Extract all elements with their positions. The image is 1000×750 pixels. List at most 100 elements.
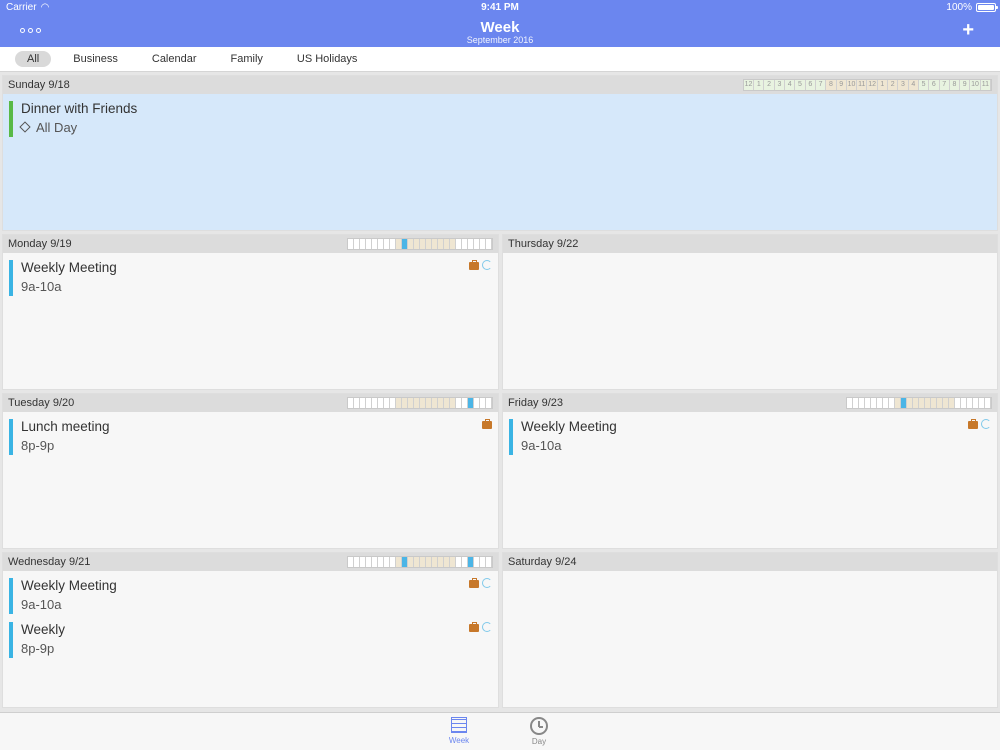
hour-cell: 1 (877, 80, 889, 90)
hour-cell: 4 (785, 80, 796, 90)
briefcase-icon (469, 260, 479, 270)
day-panel-tuesday[interactable]: Tuesday 9/20 Lunch meeting 8p-9p (2, 393, 499, 549)
filter-us-holidays[interactable]: US Holidays (285, 51, 370, 67)
event-icons (469, 260, 492, 270)
event-icons (469, 622, 492, 632)
hour-cell: 12 (743, 80, 755, 90)
hour-cell: 12 (867, 80, 878, 90)
briefcase-icon (482, 419, 492, 429)
add-event-button[interactable]: + (962, 20, 974, 40)
hour-cell: 8 (826, 80, 837, 90)
page-title: Week (480, 19, 520, 36)
filter-family[interactable]: Family (219, 51, 275, 67)
hour-cell: 4 (908, 80, 919, 90)
hour-cell (486, 398, 492, 408)
day-label: Tuesday 9/20 (8, 397, 75, 409)
nav-header: Carrier ◠ 9:41 PM 100% Week September 20… (0, 0, 1000, 47)
day-header: Tuesday 9/20 (3, 394, 498, 412)
hour-cell: 2 (888, 80, 899, 90)
hour-cell: 5 (918, 80, 930, 90)
hour-strip (846, 397, 992, 409)
day-panel-monday[interactable]: Monday 9/19 Weekly Meeting 9a-10a (2, 234, 499, 390)
event-icons (469, 578, 492, 588)
hour-cell: 3 (774, 80, 786, 90)
day-panel-friday[interactable]: Friday 9/23 Weekly Meeting 9a-10a (502, 393, 998, 549)
tab-week-label: Week (448, 736, 470, 745)
event-item[interactable]: Weekly Meeting 9a-10a (9, 578, 492, 616)
hour-cell: 5 (795, 80, 806, 90)
hour-strip (347, 397, 493, 409)
day-panel-saturday[interactable]: Saturday 9/24 (502, 552, 998, 708)
event-item[interactable]: Dinner with Friends All Day (9, 101, 991, 139)
event-time: 9a-10a (21, 279, 62, 294)
event-item[interactable]: Lunch meeting 8p-9p (9, 419, 492, 457)
page-subtitle: September 2016 (466, 35, 534, 45)
repeat-icon (482, 578, 492, 588)
event-title: Dinner with Friends (21, 101, 138, 116)
hour-cell: 11 (857, 80, 868, 90)
battery-label: 100% (946, 2, 972, 13)
filter-all[interactable]: All (15, 51, 52, 67)
hour-cell: 10 (846, 80, 858, 90)
hour-cell: 3 (898, 80, 909, 90)
status-bar-right: 100% (946, 2, 998, 13)
event-item[interactable]: Weekly 8p-9p (9, 622, 492, 660)
hour-cell: 6 (929, 80, 940, 90)
briefcase-icon (469, 578, 479, 588)
event-title: Weekly Meeting (521, 419, 617, 434)
day-panel-thursday[interactable]: Thursday 9/22 (502, 234, 998, 390)
day-panel-wednesday[interactable]: Wednesday 9/21 Weekly Meeting 9a-10a Wee… (2, 552, 499, 708)
filter-calendar[interactable]: Calendar (140, 51, 209, 67)
event-time: 9a-10a (21, 597, 62, 612)
event-time-label: All Day (36, 120, 78, 135)
event-item[interactable]: Weekly Meeting 9a-10a (509, 419, 991, 457)
hour-cell: 6 (805, 80, 816, 90)
event-title: Weekly Meeting (21, 578, 117, 593)
briefcase-icon (469, 622, 479, 632)
event-title: Weekly (21, 622, 66, 637)
hour-cell (486, 557, 492, 567)
calendar-color-bar (9, 101, 13, 137)
hour-cell (486, 239, 492, 249)
calendar-color-bar (9, 578, 13, 614)
day-label: Monday 9/19 (8, 238, 72, 250)
day-header: Sunday 9/18 12 1 2 3 4 5 6 7 8 9 10 11 12 1 2 3 4 5 6 7 8 9 10… (3, 76, 997, 94)
tab-week[interactable]: Week (439, 717, 479, 745)
day-header: Saturday 9/24 (503, 553, 997, 571)
event-title: Weekly Meeting (21, 260, 117, 275)
filter-business[interactable]: Business (61, 51, 130, 67)
briefcase-icon (968, 419, 978, 429)
hour-cell: 7 (939, 80, 950, 90)
tab-day[interactable]: Day (519, 717, 559, 746)
calendar-color-bar (9, 419, 13, 455)
event-time: 9a-10a (521, 438, 562, 453)
day-header: Thursday 9/22 (503, 235, 997, 253)
diamond-icon (19, 121, 31, 133)
event-item[interactable]: Weekly Meeting 9a-10a (9, 260, 492, 298)
tab-bar: Week Day (0, 712, 1000, 750)
calendar-color-bar (509, 419, 513, 455)
day-label: Thursday 9/22 (508, 238, 579, 250)
event-icons (968, 419, 991, 429)
status-time: 9:41 PM (481, 2, 519, 13)
day-header: Wednesday 9/21 (3, 553, 498, 571)
day-label: Saturday 9/24 (508, 556, 577, 568)
repeat-icon (482, 622, 492, 632)
tab-day-label: Day (531, 737, 547, 746)
hour-cell: 1 (754, 80, 765, 90)
hour-strip: 12 1 2 3 4 5 6 7 8 9 10 11 12 1 2 3 4 5 6 7 8 9 10 11 (742, 79, 992, 91)
event-time: All Day (19, 120, 78, 135)
event-time: 8p-9p (21, 641, 55, 656)
hour-strip (347, 238, 493, 250)
day-label: Sunday 9/18 (8, 79, 70, 91)
hour-cell: 2 (764, 80, 775, 90)
battery-icon (976, 3, 998, 12)
day-panel-sunday[interactable]: Sunday 9/18 12 1 2 3 4 5 6 7 8 9 10 11 12 1 2 3 4 5 6 7 8 9 10… (2, 75, 998, 231)
calendar-color-bar (9, 622, 13, 658)
hour-cell: 8 (949, 80, 961, 90)
event-title: Lunch meeting (21, 419, 110, 434)
hour-cell: 9 (960, 80, 971, 90)
hour-cell: 9 (836, 80, 847, 90)
hour-cell: 10 (970, 80, 981, 90)
day-header: Friday 9/23 (503, 394, 997, 412)
